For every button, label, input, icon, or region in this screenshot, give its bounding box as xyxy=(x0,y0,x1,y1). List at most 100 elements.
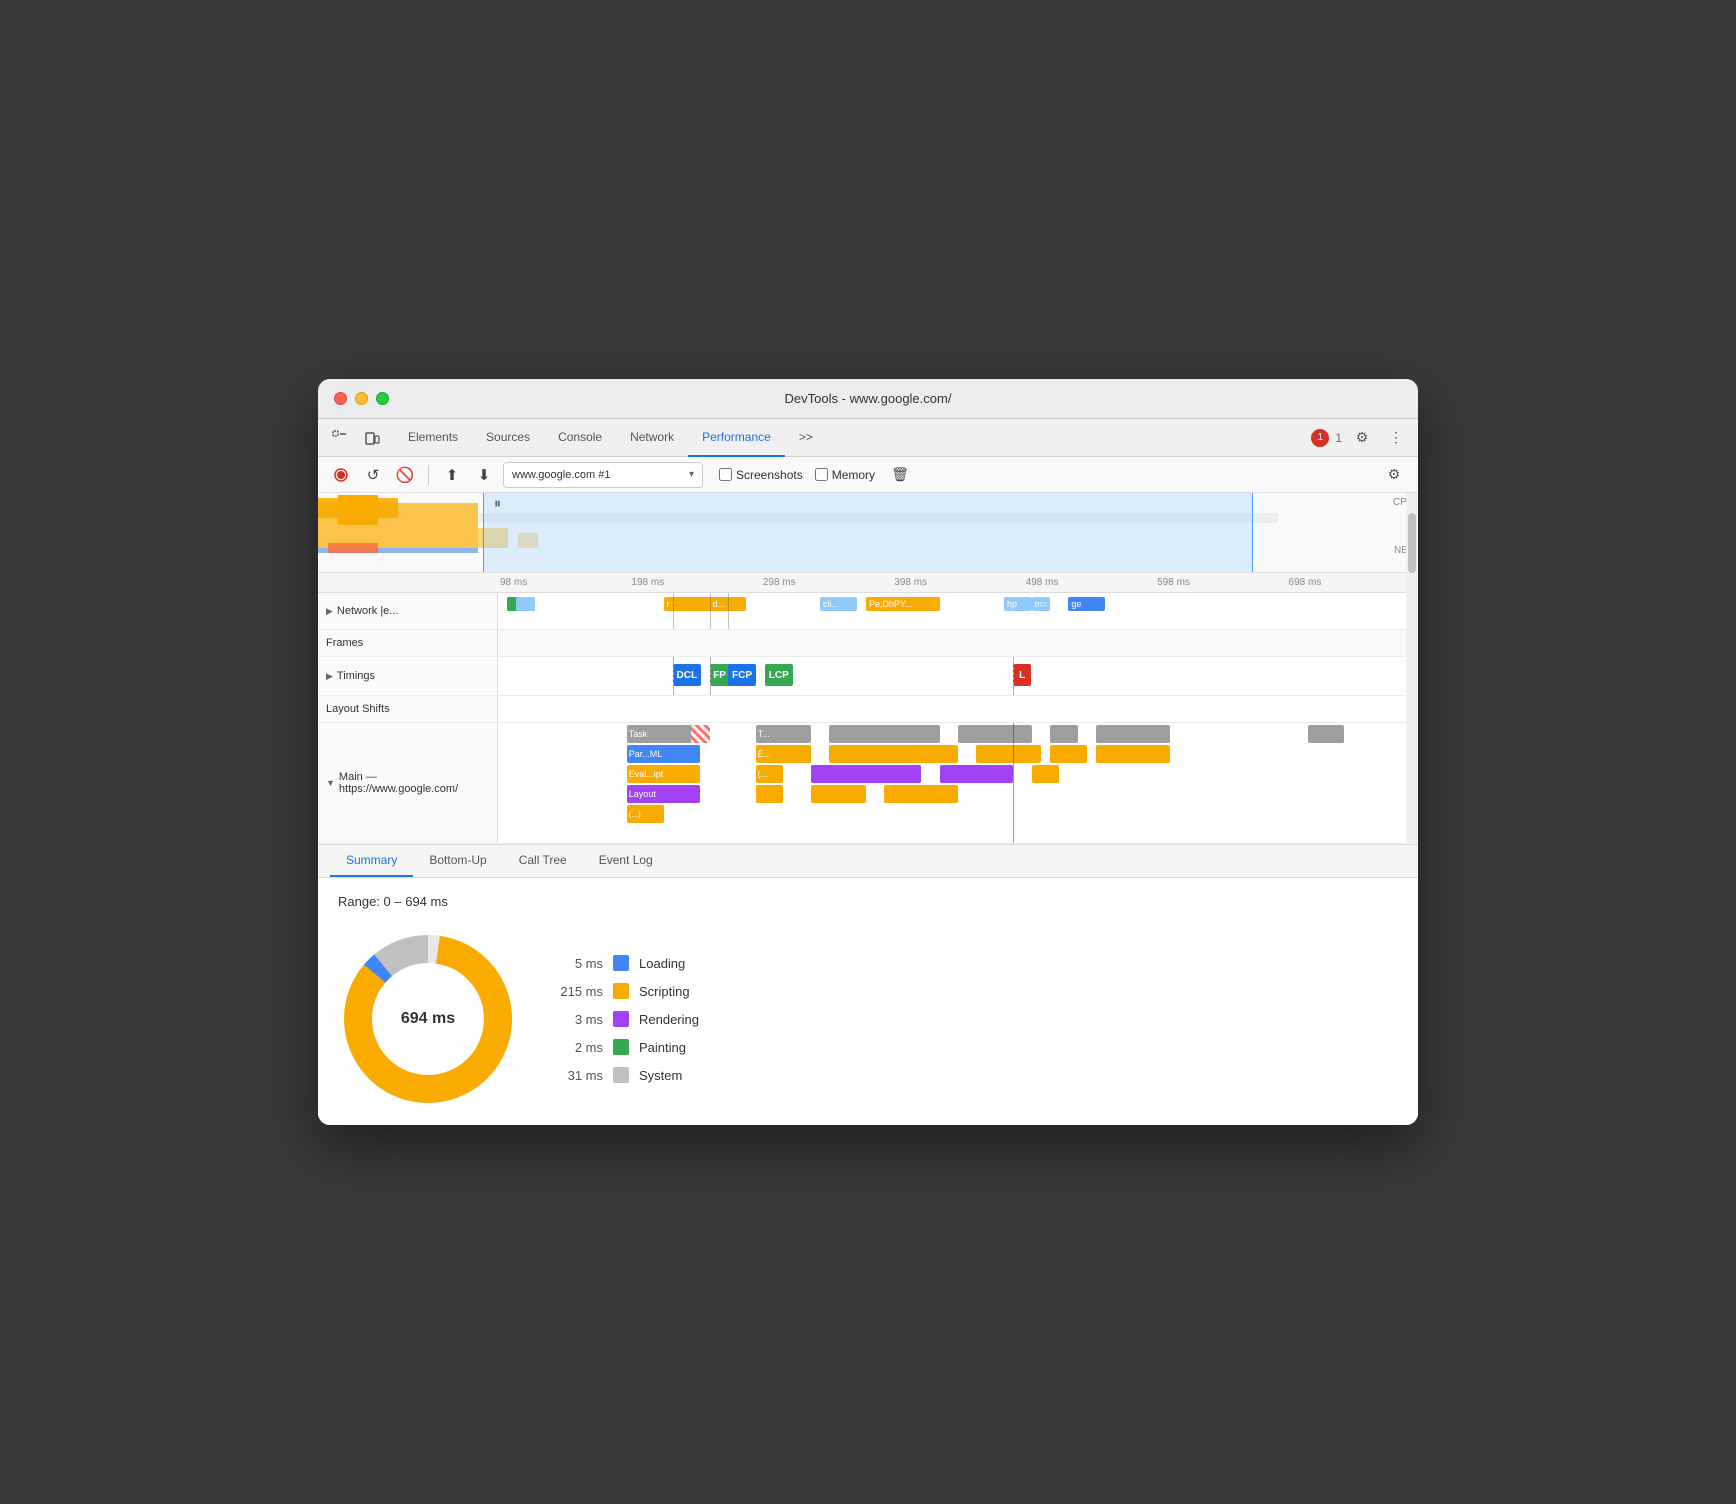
tab-performance[interactable]: Performance xyxy=(688,419,785,457)
inspect-icon[interactable] xyxy=(326,424,354,452)
timings-track-content: DCL FP FCP LCP L xyxy=(498,657,1418,695)
settings-icon[interactable]: ⚙ xyxy=(1348,424,1376,452)
url-box: www.google.com #1 ▾ xyxy=(503,462,703,488)
tab-console[interactable]: Console xyxy=(544,419,616,457)
more-options-icon[interactable]: ⋮ xyxy=(1382,424,1410,452)
minimize-button[interactable] xyxy=(355,392,368,405)
memory-checkbox[interactable] xyxy=(815,468,828,481)
summary-content: 694 ms 5 ms Loading 215 ms Scripting xyxy=(338,929,1398,1109)
tick-3: 398 ms xyxy=(892,577,1023,588)
task-yellow-4 xyxy=(1050,745,1087,763)
timeline-container: ⏸ CPU NET 98 ms 198 ms 298 ms 398 ms 498… xyxy=(318,493,1418,844)
tab-call-tree[interactable]: Call Tree xyxy=(503,845,583,877)
network-bar-6: Pe,DhPY... xyxy=(866,597,940,611)
layout-track-row: Layout Shifts xyxy=(318,696,1418,723)
close-button[interactable] xyxy=(334,392,347,405)
tab-bottom-up[interactable]: Bottom-Up xyxy=(413,845,502,877)
legend-system: 31 ms System xyxy=(558,1067,699,1083)
frames-label: Frames xyxy=(326,637,363,649)
record-button[interactable] xyxy=(328,462,354,488)
range-label: Range: 0 – 694 ms xyxy=(338,894,1398,909)
task-task-1: Task xyxy=(627,725,701,743)
tab-network[interactable]: Network xyxy=(616,419,688,457)
timings-expand-arrow[interactable]: ▶ xyxy=(326,671,333,682)
task-hatched-1 xyxy=(691,725,709,743)
legend-system-label: System xyxy=(639,1068,682,1083)
network-bar-2 xyxy=(516,597,534,611)
network-label: Network |e... xyxy=(337,605,399,617)
download-button[interactable]: ⬇ xyxy=(471,462,497,488)
timeline-scrollbar-thumb[interactable] xyxy=(1408,513,1416,573)
main-tabs: Elements Sources Console Network Perform… xyxy=(394,419,1311,457)
bottom-panel: Summary Bottom-Up Call Tree Event Log Ra… xyxy=(318,844,1418,1125)
task-layout: Layout xyxy=(627,785,701,803)
screenshots-checkbox[interactable] xyxy=(719,468,732,481)
upload-button[interactable]: ⬆ xyxy=(439,462,465,488)
tick-2: 298 ms xyxy=(761,577,892,588)
task-gray-5 xyxy=(1096,725,1170,743)
traffic-lights xyxy=(334,392,389,405)
legend-painting: 2 ms Painting xyxy=(558,1039,699,1055)
reload-record-button[interactable]: ↺ xyxy=(360,462,386,488)
tab-bar-left-icons xyxy=(326,424,386,452)
clear-button[interactable]: 🚫 xyxy=(392,462,418,488)
tick-1: 198 ms xyxy=(629,577,760,588)
timing-fp: FP xyxy=(710,664,730,686)
tab-elements[interactable]: Elements xyxy=(394,419,472,457)
main-expand-arrow[interactable]: ▼ xyxy=(326,778,335,788)
network-bar-9: ge xyxy=(1068,597,1105,611)
task-evalipt: Eval...ipt xyxy=(627,765,701,783)
tab-more[interactable]: >> xyxy=(785,419,827,457)
legend-scripting: 215 ms Scripting xyxy=(558,983,699,999)
network-bar-4: d... xyxy=(710,597,747,611)
tab-event-log[interactable]: Event Log xyxy=(583,845,669,877)
timings-track-label[interactable]: ▶ Timings xyxy=(318,657,498,695)
legend-scripting-value: 215 ms xyxy=(558,984,603,999)
minimap-selection[interactable] xyxy=(483,493,1253,572)
donut-center-label: 694 ms xyxy=(401,1010,455,1028)
task-yellow-2 xyxy=(829,745,958,763)
network-bar-5: cli... xyxy=(820,597,857,611)
task-gray-4 xyxy=(1050,725,1078,743)
task-purple-2 xyxy=(940,765,1014,783)
legend-rendering-swatch xyxy=(613,1011,629,1027)
network-track-label[interactable]: ▶ Network |e... xyxy=(318,593,498,629)
legend-painting-value: 2 ms xyxy=(558,1040,603,1055)
main-track-label[interactable]: ▼ Main — https://www.google.com/ xyxy=(318,723,498,843)
task-small-2 xyxy=(811,785,866,803)
maximize-button[interactable] xyxy=(376,392,389,405)
tab-summary[interactable]: Summary xyxy=(330,845,413,877)
legend-rendering: 3 ms Rendering xyxy=(558,1011,699,1027)
network-bar-7: hp xyxy=(1004,597,1032,611)
legend-scripting-swatch xyxy=(613,983,629,999)
devtools-window: DevTools - www.google.com/ xyxy=(318,379,1418,1125)
toolbar-divider-1 xyxy=(428,465,429,485)
timings-track-row: ▶ Timings DCL FP FCP LCP L xyxy=(318,657,1418,696)
url-text: www.google.com #1 xyxy=(512,469,689,481)
network-track-row: ▶ Network |e... r d... cli... Pe,DhPY...… xyxy=(318,593,1418,630)
network-expand-arrow[interactable]: ▶ xyxy=(326,606,333,617)
perf-settings-icon[interactable]: ⚙ xyxy=(1380,461,1408,489)
tab-sources[interactable]: Sources xyxy=(472,419,544,457)
timing-l: L xyxy=(1013,664,1031,686)
legend-system-value: 31 ms xyxy=(558,1068,603,1083)
screenshots-checkbox-label[interactable]: Screenshots xyxy=(719,468,803,482)
toolbar-right: ⚙ xyxy=(1380,461,1408,489)
timing-fcp: FCP xyxy=(728,664,756,686)
minimap: ⏸ CPU NET xyxy=(318,493,1418,573)
legend-system-swatch xyxy=(613,1067,629,1083)
delete-recordings-button[interactable]: 🗑 xyxy=(887,462,913,488)
timing-dcl: DCL xyxy=(673,664,701,686)
bottom-tabs: Summary Bottom-Up Call Tree Event Log xyxy=(318,845,1418,878)
tick-0: 98 ms xyxy=(498,577,629,588)
task-gray-2 xyxy=(829,725,939,743)
summary-panel: Range: 0 – 694 ms xyxy=(318,878,1418,1125)
frames-track-row: Frames xyxy=(318,630,1418,657)
task-bottom-1: (...) xyxy=(627,805,664,823)
legend-rendering-label: Rendering xyxy=(639,1012,699,1027)
timeline-scrollbar[interactable] xyxy=(1406,493,1418,844)
memory-checkbox-label[interactable]: Memory xyxy=(815,468,875,482)
pause-marker: ⏸ xyxy=(494,495,501,512)
url-dropdown-arrow[interactable]: ▾ xyxy=(689,469,694,480)
device-toggle-icon[interactable] xyxy=(358,424,386,452)
